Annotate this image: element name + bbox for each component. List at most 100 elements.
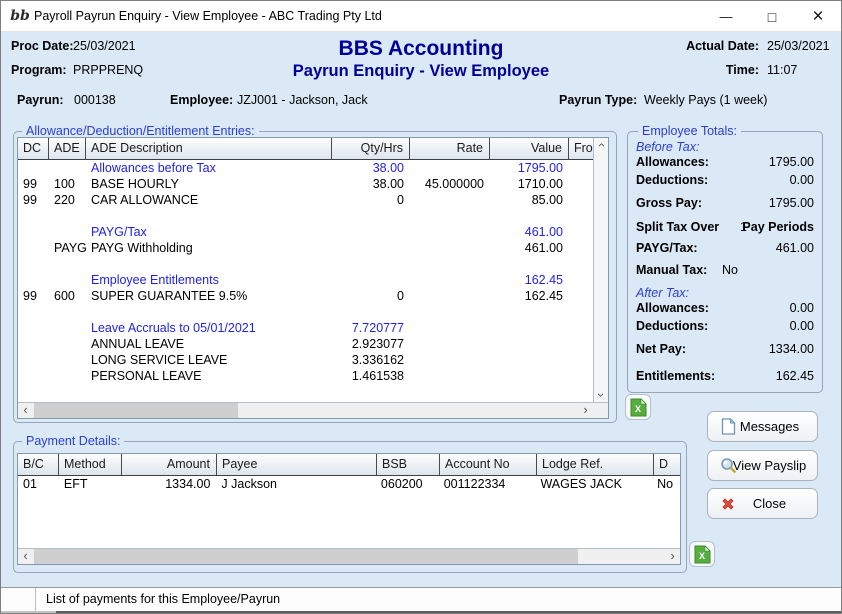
scrollbar-thumb[interactable] [34, 403, 238, 418]
actual-date-label: Actual Date: [681, 39, 759, 53]
app-icon[interactable]: bb [10, 6, 30, 26]
table-row[interactable] [18, 304, 608, 320]
employee-totals-title: Employee Totals: [638, 124, 741, 138]
time-label: Time: [681, 63, 759, 77]
scrollbar-thumb[interactable] [34, 549, 578, 564]
excel-icon: X [694, 545, 711, 564]
table-cell: 0 [332, 192, 410, 208]
table-row[interactable]: 99220CAR ALLOWANCE085.00 [18, 192, 608, 208]
ade-table-header: DCADEADE DescriptionQty/HrsRateValueFro [18, 138, 595, 160]
column-header: Amount [122, 454, 217, 475]
column-header: Payee [217, 454, 377, 475]
table-row[interactable]: ANNUAL LEAVE2.923077 [18, 336, 608, 352]
export-ade-excel-button[interactable]: X [625, 394, 651, 420]
horizontal-scrollbar[interactable]: ‹ › [18, 548, 680, 564]
vertical-scrollbar[interactable]: › › [593, 138, 608, 402]
close-window-button[interactable]: × [795, 1, 841, 32]
table-cell: PERSONAL LEAVE [86, 368, 332, 384]
statusbar-left-cell [1, 588, 36, 611]
table-row[interactable]: PERSONAL LEAVE1.461538 [18, 368, 608, 384]
table-cell [410, 160, 490, 176]
magnifier-icon [719, 457, 737, 475]
table-cell: 461.00 [490, 240, 569, 256]
payg-tax-label: PAYG/Tax: [636, 241, 698, 255]
table-cell [569, 192, 595, 208]
table-cell [18, 256, 49, 272]
table-cell: LONG SERVICE LEAVE [86, 352, 332, 368]
table-cell [332, 272, 410, 288]
scroll-left-icon[interactable]: ‹ [18, 403, 33, 418]
gross-pay-value: 1795.00 [769, 196, 814, 210]
table-cell [18, 368, 49, 384]
table-row[interactable]: Allowances before Tax38.001795.00 [18, 160, 608, 176]
table-cell [49, 208, 86, 224]
table-row[interactable]: Employee Entitlements162.45 [18, 272, 608, 288]
table-row[interactable] [18, 208, 608, 224]
table-row[interactable] [18, 256, 608, 272]
table-cell: 2.923077 [332, 336, 410, 352]
scroll-down-icon[interactable]: › [599, 388, 603, 402]
table-row[interactable]: PAYGPAYG Withholding461.00 [18, 240, 608, 256]
manual-tax-label: Manual Tax: [636, 263, 707, 277]
column-header: Qty/Hrs [332, 138, 410, 159]
table-cell: No [652, 476, 680, 492]
table-row[interactable]: Leave Accruals to 05/01/20217.720777 [18, 320, 608, 336]
maximize-icon: □ [768, 9, 776, 25]
scroll-right-icon[interactable]: › [665, 549, 680, 564]
table-cell: CAR ALLOWANCE [86, 192, 332, 208]
table-cell [410, 288, 490, 304]
table-cell [332, 304, 410, 320]
payment-table-body: 01EFT1334.00J Jackson060200001122334WAGE… [18, 476, 680, 492]
table-cell: 060200 [376, 476, 439, 492]
table-cell: EFT [59, 476, 122, 492]
view-payslip-button[interactable]: View Payslip [707, 450, 818, 481]
pay-periods-label: Pay Periods [742, 220, 814, 234]
scroll-right-icon[interactable]: › [578, 403, 593, 418]
table-cell [569, 336, 595, 352]
employee-totals-panel: Employee Totals: Before Tax: Allowances:… [627, 131, 823, 393]
table-cell [410, 224, 490, 240]
table-cell: PAYG Withholding [86, 240, 332, 256]
scroll-up-icon[interactable]: › [599, 138, 603, 152]
table-cell [569, 368, 595, 384]
statusbar-text: List of payments for this Employee/Payru… [46, 592, 280, 606]
column-header: ADE [49, 138, 86, 159]
table-row[interactable]: 01EFT1334.00J Jackson060200001122334WAGE… [18, 476, 680, 492]
table-cell: WAGES JACK [535, 476, 652, 492]
table-cell [410, 304, 490, 320]
scroll-left-icon[interactable]: ‹ [18, 549, 33, 564]
minimize-button[interactable]: — [703, 1, 749, 32]
table-cell [490, 256, 569, 272]
table-cell: 38.00 [332, 176, 410, 192]
horizontal-scrollbar[interactable]: ‹ › [18, 402, 593, 418]
table-cell: 001122334 [439, 476, 536, 492]
payment-details-table: B/CMethodAmountPayeeBSBAccount NoLodge R… [17, 453, 681, 565]
close-button[interactable]: Close [707, 488, 818, 519]
red-x-icon [719, 495, 737, 513]
payrun-label: Payrun: [17, 93, 64, 107]
table-cell [49, 272, 86, 288]
table-cell: 162.45 [490, 272, 569, 288]
column-header: Rate [410, 138, 490, 159]
payrun-value: 000138 [74, 93, 116, 107]
table-row[interactable]: 99100BASE HOURLY38.0045.0000001710.00 [18, 176, 608, 192]
split-tax-label: Split Tax Over [636, 220, 719, 234]
export-payment-excel-button[interactable]: X [689, 541, 715, 567]
table-cell [18, 224, 49, 240]
table-cell [49, 304, 86, 320]
table-cell [490, 304, 569, 320]
column-header: Account No [440, 454, 537, 475]
table-cell: 7.720777 [332, 320, 410, 336]
employee-value: JZJ001 - Jackson, Jack [237, 93, 368, 107]
messages-button[interactable]: Messages [707, 411, 818, 442]
table-row[interactable]: PAYG/Tax461.00 [18, 224, 608, 240]
table-row[interactable]: 99600SUPER GUARANTEE 9.5%0162.45 [18, 288, 608, 304]
table-cell [49, 160, 86, 176]
table-cell: 100 [49, 176, 86, 192]
column-header: DC [18, 138, 49, 159]
minimize-icon: — [720, 9, 733, 24]
maximize-button[interactable]: □ [749, 1, 795, 32]
table-row[interactable]: LONG SERVICE LEAVE3.336162 [18, 352, 608, 368]
table-cell: 1.461538 [332, 368, 410, 384]
table-cell: Leave Accruals to 05/01/2021 [86, 320, 332, 336]
